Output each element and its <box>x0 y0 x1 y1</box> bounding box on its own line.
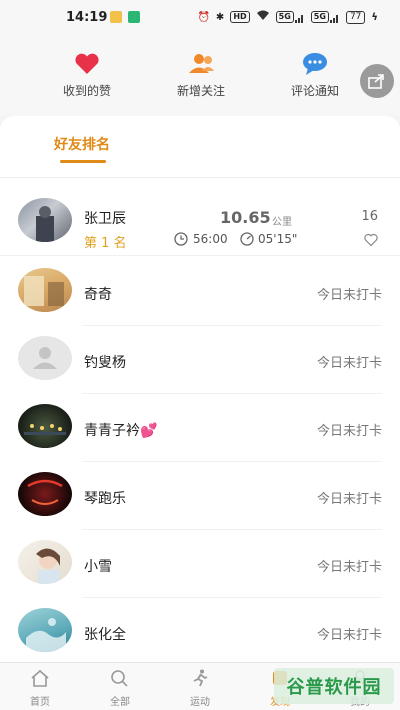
status-icons: ⏰ ✱ HD 5G 5G 77 ϟ <box>197 10 378 24</box>
new-followers-button[interactable]: 新增关注 <box>146 50 256 99</box>
avatar[interactable] <box>18 268 72 312</box>
friend-name: 张化全 <box>84 627 126 643</box>
list-item[interactable]: 钓叟杨 今日未打卡 <box>0 326 400 394</box>
avatar[interactable] <box>18 472 72 516</box>
friend-name: 钓叟杨 <box>84 355 126 371</box>
notification-header: 收到的赞 新增关注 评论通知 <box>0 36 400 116</box>
avatar[interactable] <box>18 336 72 380</box>
nav-all[interactable]: 全部 <box>90 669 150 708</box>
friend-name: 小雪 <box>84 559 112 575</box>
checkin-status: 今日未打卡 <box>316 356 382 371</box>
pace-value: 05'15" <box>258 232 298 246</box>
home-icon <box>31 669 49 687</box>
tab-friend-ranking[interactable]: 好友排名 <box>54 134 110 154</box>
watermark-logo: 谷普软件园 <box>274 668 394 704</box>
list-item[interactable]: 奇奇 今日未打卡 <box>0 258 400 326</box>
received-likes-label: 收到的赞 <box>62 84 111 98</box>
default-avatar-icon <box>33 347 57 369</box>
rank-label: 第 1 名 <box>84 236 127 251</box>
list-item[interactable]: 青青子衿💕 今日未打卡 <box>0 394 400 462</box>
share-button[interactable] <box>360 64 394 98</box>
friend-name: 奇奇 <box>84 287 112 303</box>
charging-icon: ϟ <box>371 11 378 23</box>
signal-icon-2: 5G <box>310 11 340 23</box>
status-bar: 14:19 ⏰ ✱ HD 5G 5G 77 ϟ <box>0 0 400 36</box>
nav-home[interactable]: 首页 <box>10 669 70 708</box>
checkin-status: 今日未打卡 <box>316 628 382 643</box>
wifi-icon <box>256 10 270 24</box>
pace-gauge-icon <box>240 232 254 246</box>
list-item[interactable]: 张化全 今日未打卡 <box>0 598 400 666</box>
checkin-status: 今日未打卡 <box>316 424 382 439</box>
add-user-icon <box>189 54 214 73</box>
gallery-notification-icon <box>110 11 122 23</box>
duration-value: 56:00 <box>193 232 228 246</box>
tab-underline <box>60 160 106 163</box>
status-time: 14:19 <box>66 10 108 25</box>
checkin-status: 今日未打卡 <box>316 288 382 303</box>
avatar[interactable] <box>18 608 72 652</box>
tab-bar: 好友排名 <box>0 116 400 178</box>
app-notification-icon <box>128 11 140 23</box>
comment-notifications-label: 评论通知 <box>290 84 339 98</box>
like-heart-icon[interactable] <box>364 233 378 247</box>
search-icon <box>111 670 128 687</box>
list-item[interactable]: 琴跑乐 今日未打卡 <box>0 462 400 530</box>
like-count: 16 <box>361 209 378 224</box>
signal-icon-1: 5G <box>275 11 305 23</box>
checkin-status: 今日未打卡 <box>316 492 382 507</box>
distance-unit: 公里 <box>272 217 292 228</box>
comment-icon <box>303 53 327 75</box>
avatar[interactable] <box>18 404 72 448</box>
comment-notifications-button[interactable]: 评论通知 <box>260 50 370 99</box>
bluetooth-icon: ✱ <box>215 11 225 23</box>
clock-icon <box>174 232 188 246</box>
battery-icon: 77 <box>345 10 366 24</box>
ranking-row-top[interactable]: 张卫辰 第 1 名 10.65 公里 56:00 05'15" 16 <box>0 188 400 256</box>
friend-name: 张卫辰 <box>84 211 126 227</box>
friend-name: 青青子衿💕 <box>84 423 158 439</box>
avatar[interactable] <box>18 540 72 584</box>
heart-icon <box>75 53 99 74</box>
hd-icon: HD <box>230 11 250 23</box>
share-icon <box>368 74 384 89</box>
runner-icon <box>193 669 208 687</box>
avatar[interactable] <box>18 198 72 242</box>
alarm-icon: ⏰ <box>197 11 210 23</box>
distance-value: 10.65 <box>220 208 271 227</box>
received-likes-button[interactable]: 收到的赞 <box>32 50 142 99</box>
ranking-card: 好友排名 张卫辰 第 1 名 10.65 公里 56:00 05'15" 16 … <box>0 116 400 676</box>
checkin-status: 今日未打卡 <box>316 560 382 575</box>
friend-name: 琴跑乐 <box>84 491 126 507</box>
list-item[interactable]: 小雪 今日未打卡 <box>0 530 400 598</box>
nav-sport[interactable]: 运动 <box>170 669 230 708</box>
new-followers-label: 新增关注 <box>176 84 225 98</box>
